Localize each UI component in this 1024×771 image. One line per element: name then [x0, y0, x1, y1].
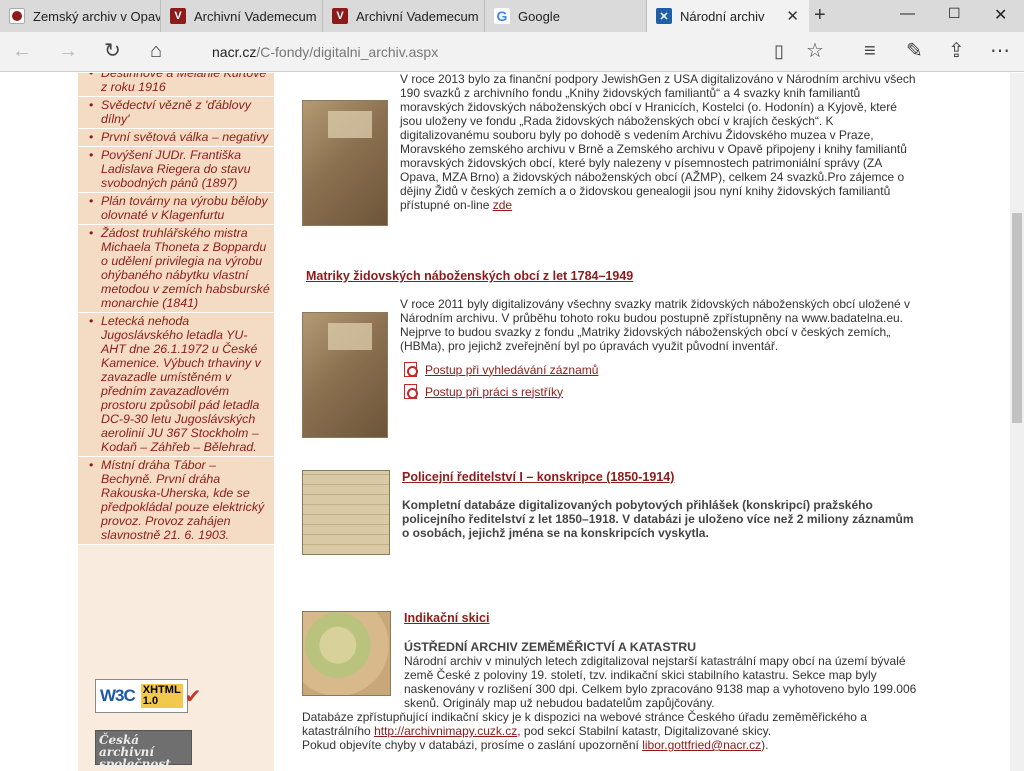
maps-text: Národní archiv v minulých letech zdigita… — [404, 654, 917, 710]
scrollbar-thumb[interactable] — [1012, 213, 1022, 423]
vademecum-v-icon: V — [170, 8, 186, 24]
url-path: /C-fondy/digitalni_archiv.aspx — [256, 44, 439, 60]
police-title[interactable]: Policejní ředitelství I – konskripce (18… — [402, 470, 674, 484]
navigation-bar: ← → ↻ ⌂ nacr.cz/C-fondy/digitalni_archiv… — [0, 32, 1024, 72]
pdf-icon — [404, 384, 418, 399]
close-tab-icon[interactable]: ✕ — [786, 7, 799, 25]
narodni-archiv-icon: ✕ — [656, 8, 672, 24]
jewish-families-link[interactable]: zde — [493, 198, 512, 212]
tab-strip: Zemský archiv v Opav V Archivní Vademecu… — [0, 0, 1024, 32]
archive-favicon-icon — [9, 8, 25, 24]
xhtml-label: XHTML 1.0 — [140, 684, 183, 708]
sidebar-item-letecka-nehoda[interactable]: • Letecká nehoda Jugoslávského letadla YU… — [78, 313, 274, 457]
tab-title: Zemský archiv v Opav — [33, 8, 160, 24]
checkmark-icon: ✔ — [184, 685, 202, 708]
forward-icon[interactable]: → — [58, 41, 78, 61]
tab-title: Národní archiv — [680, 8, 765, 24]
tab-zemsky-archiv[interactable]: Zemský archiv v Opav — [0, 0, 161, 32]
ceska-archivni-spolecnost-badge[interactable]: Česká archivní společnost — [95, 730, 192, 770]
tab-vademecum-2[interactable]: V Archivní Vademecum — [323, 0, 485, 32]
vademecum-v-icon: V — [332, 8, 348, 24]
sidebar-item-thonet[interactable]: • Žádost truhlářského mistra Michaela Tho… — [78, 225, 274, 313]
main-content: V roce 2013 bylo za finanční podpory Jew… — [302, 73, 922, 771]
pdf-icon — [404, 362, 418, 377]
tab-title: Google — [518, 8, 560, 24]
email-link[interactable]: libor.gottfried@nacr.cz — [642, 738, 761, 752]
police-text: Kompletní databáze digitalizovaných poby… — [402, 498, 914, 540]
google-g-icon: G — [494, 8, 510, 24]
sidebar-list: • Destinnové a Melanie Kurtové z roku 191… — [78, 73, 274, 545]
matriky-text: V roce 2011 byly digitalizovány všechny … — [400, 297, 911, 353]
home-icon[interactable]: ⌂ — [150, 41, 162, 61]
jewish-families-text: V roce 2013 bylo za finanční podpory Jew… — [400, 73, 916, 212]
sidebar: • Destinnové a Melanie Kurtové z roku 191… — [78, 73, 274, 771]
postup-vyhledavani-link[interactable]: Postup při vyhledávání záznamů — [425, 363, 598, 377]
back-icon[interactable]: ← — [12, 41, 32, 61]
url-domain: nacr.cz — [212, 44, 257, 60]
indikacni-skici-map-image — [302, 611, 391, 696]
sidebar-item-svedectvi-vezne[interactable]: • Svědectví vězně z 'ďáblovy dílny' — [78, 97, 274, 129]
archivnimapy-link[interactable]: http://archivnimapy.cuzk.cz — [374, 724, 517, 738]
maximize-icon[interactable]: ☐ — [948, 5, 961, 22]
postup-rejstriky-link[interactable]: Postup při práci s rejstříky — [425, 385, 563, 399]
maps-subtitle: ÚSTŘEDNÍ ARCHIV ZEMĚMĚŘICTVÍ A KATASTRU — [404, 640, 697, 654]
web-note-icon[interactable]: ✎ — [906, 41, 923, 61]
pdf-link-row-2: Postup při práci s rejstříky — [404, 384, 563, 399]
vertical-scrollbar[interactable] — [1010, 73, 1024, 771]
favorite-star-icon[interactable]: ☆ — [806, 41, 824, 61]
konskripce-ledger-image — [302, 470, 390, 555]
sidebar-item-destinnova[interactable]: • Destinnové a Melanie Kurtové z roku 191… — [78, 73, 274, 97]
maps-database-text: Databáze zpřístupňující indikační skicy … — [302, 710, 867, 752]
pdf-link-row-1: Postup při vyhledávání záznamů — [404, 362, 598, 377]
tab-narodni-archiv[interactable]: ✕ Národní archiv ✕ — [647, 0, 809, 32]
page-viewport: • Destinnové a Melanie Kurtové z roku 191… — [0, 73, 1010, 771]
tab-vademecum-1[interactable]: V Archivní Vademecum — [161, 0, 323, 32]
tab-google[interactable]: G Google — [485, 0, 647, 32]
more-icon[interactable]: ⋯ — [990, 41, 1010, 61]
sidebar-item-plan-tovarny[interactable]: • Plán továrny na výrobu běloby olovnaté … — [78, 193, 274, 225]
w3c-logo-text: W3C — [100, 686, 136, 705]
address-bar[interactable]: nacr.cz/C-fondy/digitalni_archiv.aspx — [212, 44, 438, 60]
new-tab-icon[interactable]: + — [814, 4, 826, 27]
hub-icon[interactable]: ≡ — [864, 41, 876, 61]
refresh-icon[interactable]: ↻ — [104, 41, 121, 61]
close-window-icon[interactable]: ✕ — [994, 5, 1007, 25]
sidebar-item-prvni-svetova-valka[interactable]: • První světová válka – negativy — [78, 129, 274, 147]
sidebar-item-tabor-bechyne[interactable]: • Místní dráha Tábor – Bechyně. První drá… — [78, 457, 274, 545]
tab-title: Archivní Vademecum — [194, 8, 317, 24]
minimize-icon[interactable]: — — [900, 5, 915, 22]
sidebar-item-rieger[interactable]: • Povýšení JUDr. Františka Ladislava Rieg… — [78, 147, 274, 193]
maps-title[interactable]: Indikační skici — [404, 611, 489, 625]
share-icon[interactable]: ⇪ — [948, 41, 965, 61]
tab-title: Archivní Vademecum — [356, 8, 479, 24]
reading-view-icon[interactable]: ▯ — [774, 41, 784, 61]
w3c-xhtml-badge[interactable]: W3C XHTML 1.0 ✔ — [95, 679, 201, 713]
matriky-title[interactable]: Matriky židovských náboženských obcí z l… — [306, 269, 633, 283]
